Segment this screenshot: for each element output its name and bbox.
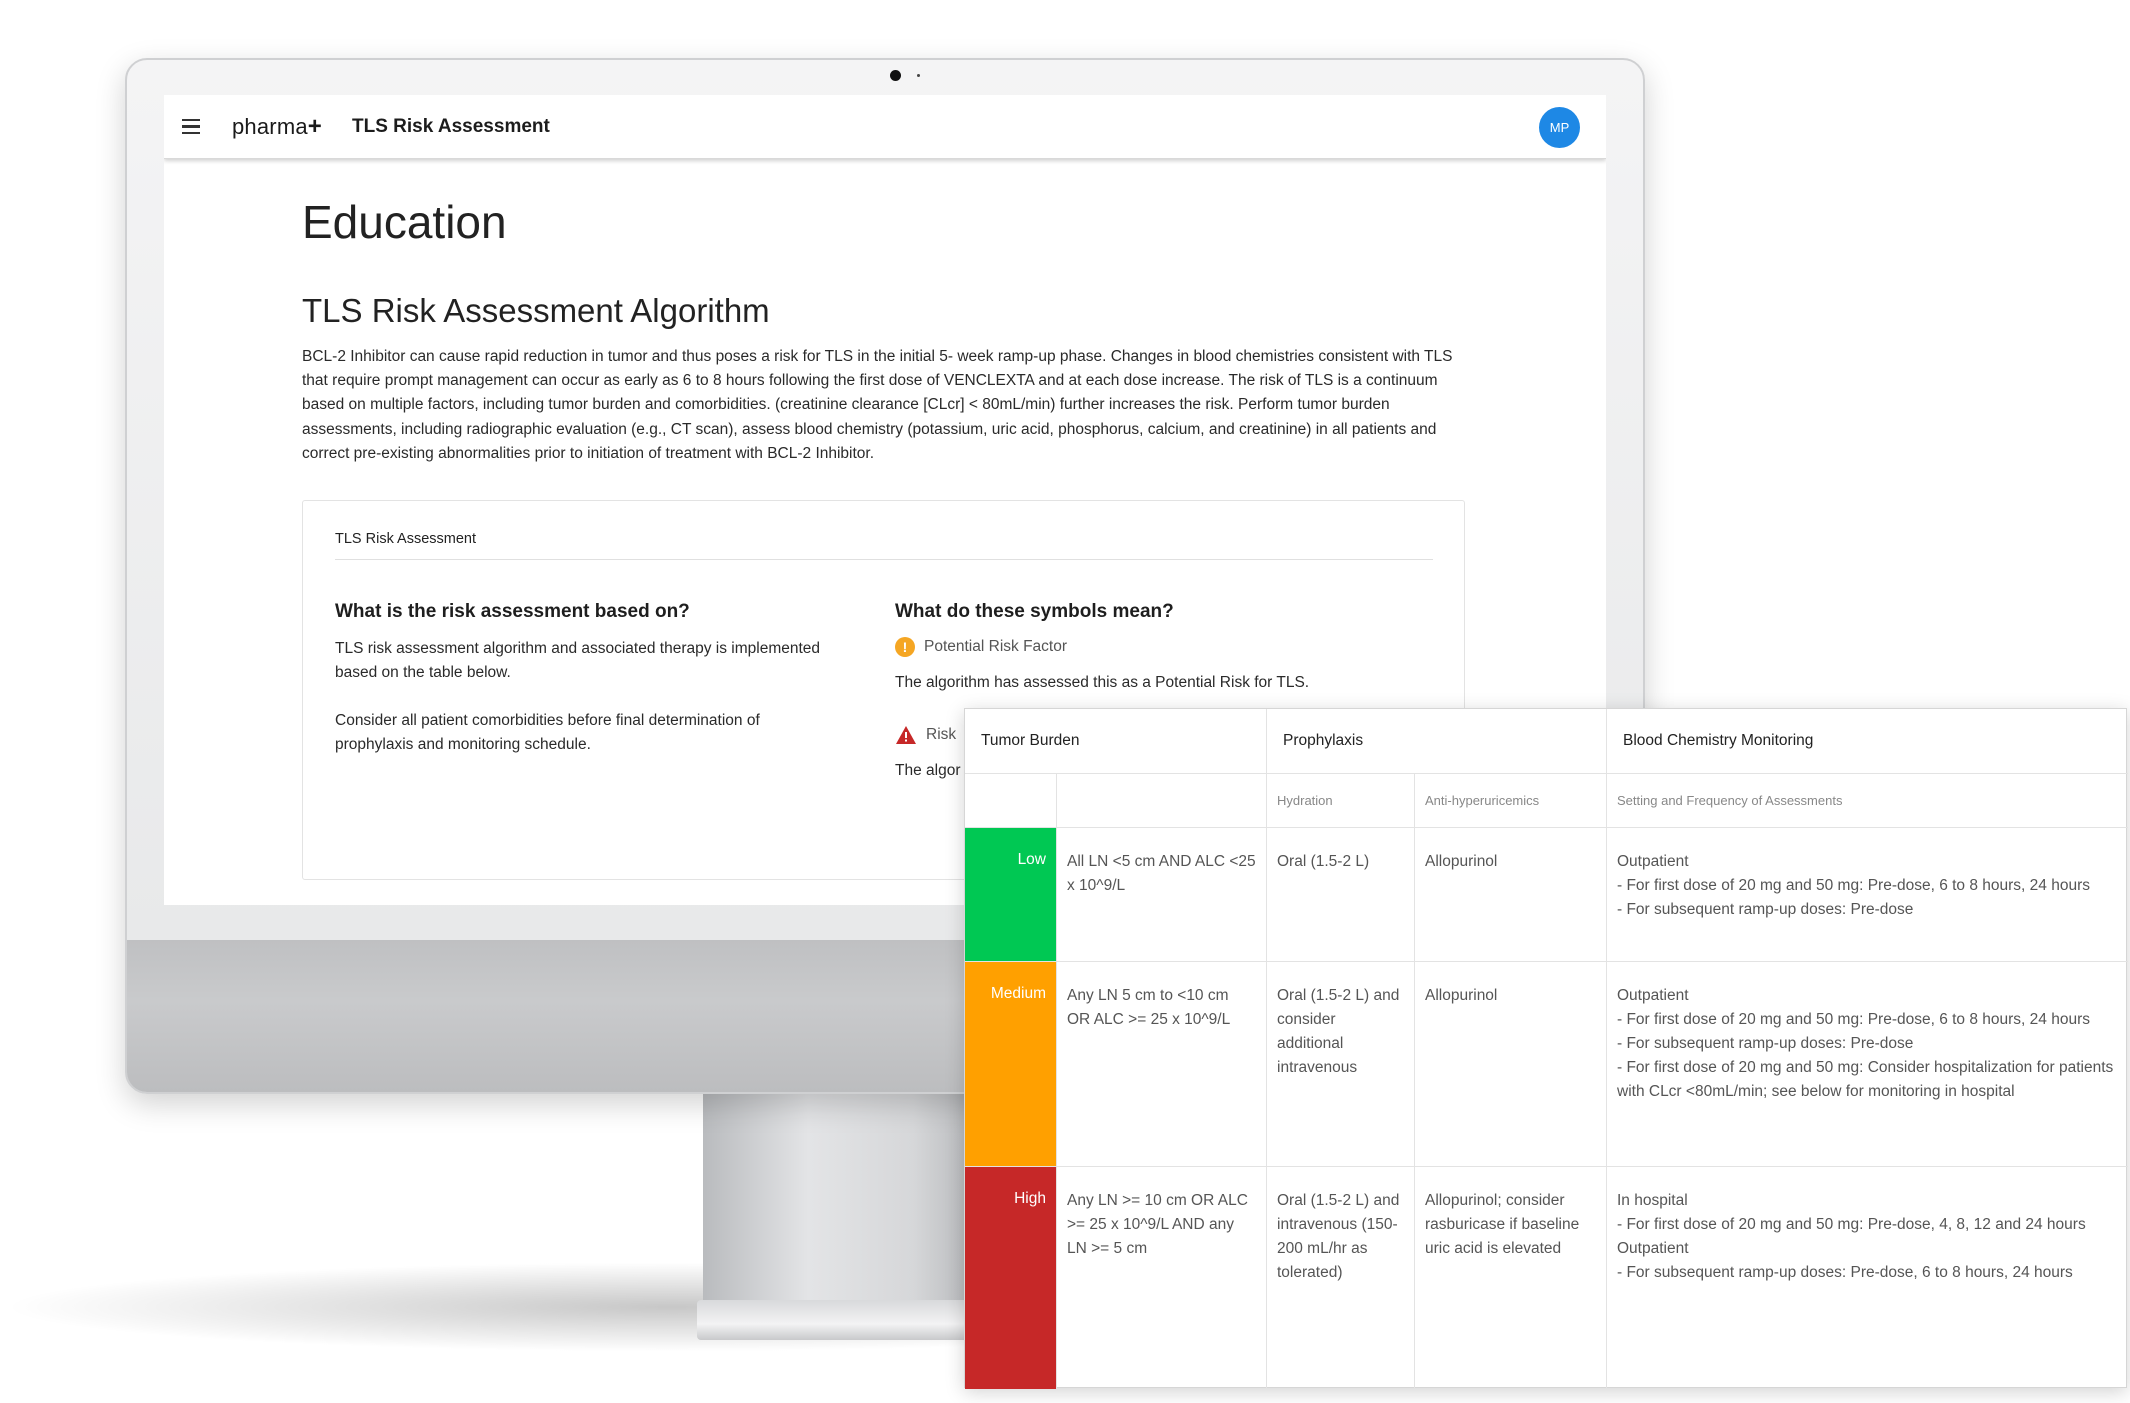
right-heading: What do these symbols mean?	[895, 601, 1174, 622]
low-anti-hyperuricemics: Allopurinol	[1415, 828, 1607, 962]
app-title: TLS Risk Assessment	[352, 115, 550, 137]
brand-logo[interactable]: pharma+	[232, 113, 322, 141]
high-monitoring: In hospital - For first dose of 20 mg an…	[1617, 1192, 2086, 1281]
header-monitoring: Blood Chemistry Monitoring	[1607, 709, 2128, 774]
subheader-hydration: Hydration	[1267, 774, 1415, 828]
risk-level-high: High	[965, 1167, 1057, 1389]
medium-anti-hyperuricemics: Allopurinol	[1415, 962, 1607, 1167]
card-left-column: What is the risk assessment based on? TL…	[335, 601, 835, 757]
header-prophylaxis: Prophylaxis	[1267, 709, 1607, 774]
low-tumor-burden: All LN <5 cm AND ALC <25 x 10^9/L	[1057, 828, 1267, 962]
app-bar: pharma+ TLS Risk Assessment MP	[164, 95, 1606, 159]
risk-label: Risk	[926, 726, 957, 743]
medium-hydration: Oral (1.5-2 L) and consider additional i…	[1267, 962, 1415, 1167]
potential-risk-description: The algorithm has assessed this as a Pot…	[895, 674, 1310, 691]
low-hydration: Oral (1.5-2 L)	[1267, 828, 1415, 962]
warning-circle-icon: !	[895, 637, 915, 657]
subheader-anti-hyperuricemics: Anti-hyperuricemics	[1415, 774, 1607, 828]
camera-sensor-icon	[917, 74, 920, 77]
monitor-stand-neck	[703, 1093, 1003, 1313]
medium-tumor-burden: Any LN 5 cm to <10 cm OR ALC >= 25 x 10^…	[1057, 962, 1267, 1167]
subheader-level-blank	[965, 774, 1057, 828]
risk-level-low: Low	[965, 828, 1057, 962]
risk-table-overlay: Tumor Burden Prophylaxis Blood Chemistry…	[964, 708, 2128, 1389]
header-tumor-burden: Tumor Burden	[965, 709, 1267, 774]
subheader-setting: Setting and Frequency of Assessments	[1607, 774, 2128, 828]
page-title: Education	[302, 196, 507, 248]
section-title: TLS Risk Assessment Algorithm	[302, 292, 770, 329]
potential-risk-label: Potential Risk Factor	[924, 638, 1067, 655]
logo-plus-icon: +	[307, 112, 323, 140]
camera-icon	[890, 70, 901, 81]
intro-paragraph: BCL-2 Inhibitor can cause rapid reductio…	[302, 348, 1453, 462]
medium-monitoring: Outpatient - For first dose of 20 mg and…	[1607, 962, 2128, 1167]
user-avatar[interactable]: MP	[1539, 107, 1580, 148]
high-anti-hyperuricemics: Allopurinol; consider rasburicase if bas…	[1415, 1167, 1607, 1389]
potential-risk-symbol-row: ! Potential Risk Factor	[895, 637, 1435, 657]
hamburger-menu-icon[interactable]	[182, 111, 214, 143]
high-tumor-burden: Any LN >= 10 cm OR ALC >= 25 x 10^9/L AN…	[1057, 1167, 1267, 1389]
monitor-stand-base	[697, 1300, 1009, 1340]
high-hydration: Oral (1.5-2 L) and intravenous (150-200 …	[1267, 1167, 1415, 1389]
left-paragraph-1: TLS risk assessment algorithm and associ…	[335, 640, 821, 681]
risk-level-medium: Medium	[965, 962, 1057, 1167]
left-heading: What is the risk assessment based on?	[335, 601, 690, 622]
low-monitoring: Outpatient - For first dose of 20 mg and…	[1607, 828, 2128, 962]
subheader-burden-blank	[1057, 774, 1267, 828]
left-paragraph-2: Consider all patient comorbidities befor…	[335, 712, 760, 753]
card-header: TLS Risk Assessment	[335, 531, 1433, 560]
logo-text: pharma	[232, 113, 308, 139]
warning-triangle-icon	[896, 726, 916, 744]
